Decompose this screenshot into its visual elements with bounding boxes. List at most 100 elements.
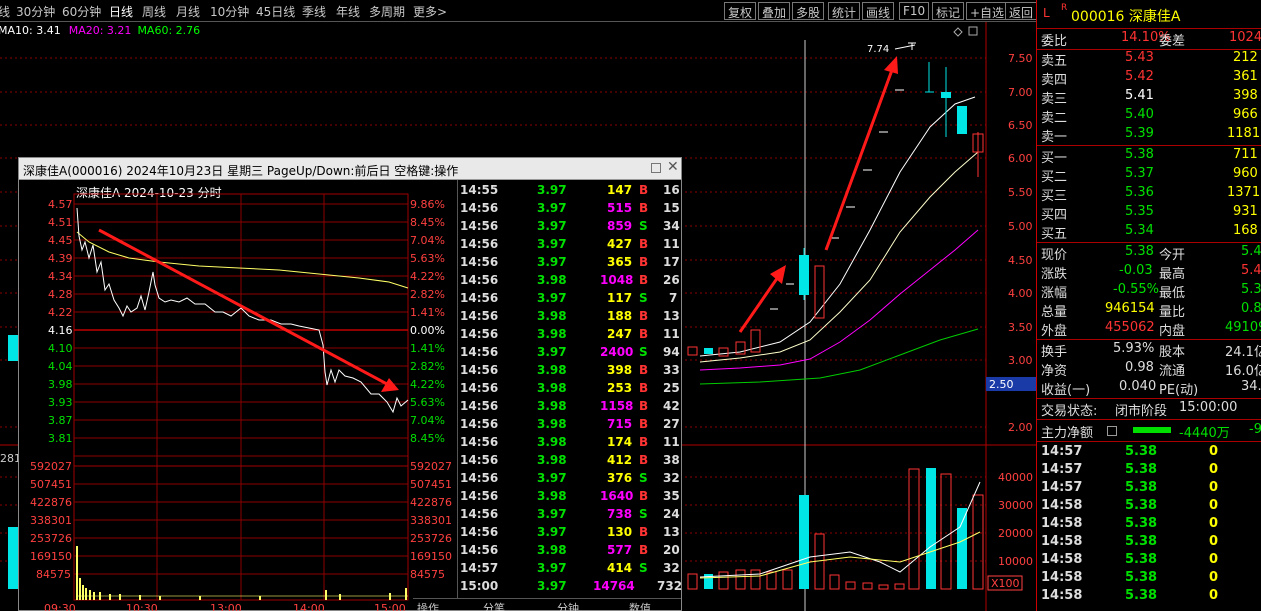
price-axis: 7.50 7.00 6.50 6.00 5.50 5.00 4.50 4.00 … [1008, 52, 1033, 434]
tick-row: 14:56 3.98 398 B 33 [460, 363, 680, 377]
period-60min[interactable]: 60分钟 [62, 3, 101, 20]
svg-text:4.28: 4.28 [48, 288, 73, 301]
svg-text:13:00: 13:00 [210, 602, 242, 611]
diamond-icon[interactable] [953, 27, 963, 37]
svg-text:5.63%: 5.63% [410, 252, 445, 265]
trend-arrow-head [381, 378, 399, 392]
svg-text:3.81: 3.81 [48, 432, 73, 445]
period-partial[interactable]: 线 [0, 3, 10, 20]
period-45day[interactable]: 45日线 [256, 3, 295, 20]
note-icon[interactable] [1107, 426, 1117, 436]
svg-text:7.00: 7.00 [1008, 86, 1033, 99]
tick-row: 14:57 3.97 414 S 32 [460, 561, 680, 575]
price-line [76, 207, 409, 414]
fuquan-button[interactable]: 复权 [724, 2, 757, 20]
mark-button[interactable]: 标记 [932, 2, 965, 20]
svg-text:3.87: 3.87 [48, 414, 73, 427]
vol-ma-white [699, 481, 981, 578]
tick-row: 14:56 3.97 427 B 11 [460, 237, 680, 251]
l-mark: L [1043, 6, 1050, 20]
trade-status-value: 闭市阶段 [1115, 404, 1168, 419]
statistics-button[interactable]: 统计 [828, 2, 861, 20]
pct-labels: 9.86% 8.45% 7.04% 5.63% 4.22% 2.82% 1.41… [410, 198, 445, 445]
svg-text:507451: 507451 [410, 478, 452, 491]
svg-text:169150: 169150 [30, 550, 72, 563]
candle [957, 106, 967, 134]
add-watchlist-button[interactable]: +自选 [966, 2, 1009, 20]
svg-text:253726: 253726 [30, 532, 72, 545]
candle [8, 335, 18, 361]
trade-status-label: 交易状态: [1041, 404, 1098, 419]
back-button[interactable]: 返回 [1005, 2, 1038, 20]
svg-text:09:30: 09:30 [44, 602, 76, 611]
svg-text:8.45%: 8.45% [410, 432, 445, 445]
tick-row: 14:56 3.97 117 S 7 [460, 291, 678, 305]
svg-text:5.00: 5.00 [1008, 220, 1033, 233]
restore-icon[interactable] [651, 163, 661, 173]
intraday-chart[interactable]: 4.57 4.51 4.45 4.39 4.34 4.28 4.22 4.16 … [19, 180, 459, 611]
period-quarterly[interactable]: 季线 [302, 3, 326, 20]
chevron-right-icon: > [437, 5, 448, 19]
svg-text:4.10: 4.10 [48, 342, 73, 355]
popup-titlebar[interactable]: 深康佳A(000016) 2024年10月23日 星期三 PageUp/Down… [19, 158, 681, 180]
svg-text:1.41%: 1.41% [410, 306, 445, 319]
period-yearly[interactable]: 年线 [336, 3, 360, 20]
svg-text:338301: 338301 [410, 514, 452, 527]
maximize-icon[interactable] [968, 26, 978, 36]
r-mark: R [1061, 3, 1068, 13]
overlay-button[interactable]: 叠加 [758, 2, 791, 20]
draw-line-button[interactable]: 画线 [862, 2, 895, 20]
price-labels: 4.57 4.51 4.45 4.39 4.34 4.28 4.22 4.16 … [48, 198, 73, 445]
svg-text:9.86%: 9.86% [410, 198, 445, 211]
svg-text:84575: 84575 [36, 568, 71, 581]
intraday-popup[interactable]: 深康佳A(000016) 2024年10月23日 星期三 PageUp/Down… [18, 157, 682, 611]
svg-text:592027: 592027 [30, 460, 72, 473]
svg-text:422876: 422876 [410, 496, 452, 509]
weibi-label: 委比 [1041, 34, 1068, 49]
svg-text:338301: 338301 [30, 514, 72, 527]
tick-row: 14:56 3.97 376 S 32 [460, 471, 680, 485]
tick-row: 14:56 3.98 188 B 13 [460, 309, 680, 323]
candle [799, 255, 809, 295]
svg-text:507451: 507451 [30, 478, 72, 491]
svg-text:2.00: 2.00 [1008, 421, 1033, 434]
svg-text:84575: 84575 [410, 568, 445, 581]
close-icon[interactable]: ✕ [667, 159, 679, 175]
multi-stock-button[interactable]: 多股 [792, 2, 825, 20]
tick-row: 14:56 3.98 174 B 11 [460, 435, 680, 449]
svg-text:30000: 30000 [998, 499, 1033, 512]
intraday-grid [74, 194, 408, 600]
svg-text:3.93: 3.93 [48, 396, 73, 409]
high-label: 7.74 [867, 44, 889, 55]
tab-values[interactable]: 数值 [629, 600, 651, 611]
tab-operation[interactable]: 操作 [417, 600, 439, 611]
period-multi[interactable]: 多周期 [369, 3, 405, 20]
time-labels: 09:30 10:30 13:00 14:00 15:00 [44, 602, 406, 611]
period-30min[interactable]: 30分钟 [16, 3, 55, 20]
svg-text:7.04%: 7.04% [410, 414, 445, 427]
f10-button[interactable]: F10 [899, 2, 930, 20]
svg-text:422876: 422876 [30, 496, 72, 509]
period-weekly[interactable]: 周线 [142, 3, 166, 20]
svg-text:4.22%: 4.22% [410, 270, 445, 283]
svg-text:592027: 592027 [410, 460, 452, 473]
svg-text:4.22%: 4.22% [410, 378, 445, 391]
period-monthly[interactable]: 月线 [176, 3, 200, 20]
svg-text:4.22: 4.22 [48, 306, 73, 319]
trend-arrow [98, 228, 388, 386]
period-daily[interactable]: 日线 [109, 3, 133, 20]
tick-row: 14:56 3.98 247 B 11 [460, 327, 680, 341]
svg-text:40000: 40000 [998, 471, 1033, 484]
svg-text:4.51: 4.51 [48, 216, 73, 229]
tab-ticks[interactable]: 分笔 [483, 600, 505, 611]
main-flow-pct: -9 [1249, 422, 1261, 437]
period-10min[interactable]: 10分钟 [210, 3, 249, 20]
tab-minutes[interactable]: 分钟 [557, 600, 579, 611]
period-more[interactable]: 更多> [413, 3, 447, 20]
svg-text:4.04: 4.04 [48, 360, 73, 373]
weicha-value: 1024 [1229, 30, 1261, 45]
svg-text:15:00: 15:00 [374, 602, 406, 611]
more-label: 更多 [413, 5, 438, 19]
stock-code-name: 000016 深康佳A [1071, 9, 1181, 25]
ma60-line [699, 229, 979, 371]
